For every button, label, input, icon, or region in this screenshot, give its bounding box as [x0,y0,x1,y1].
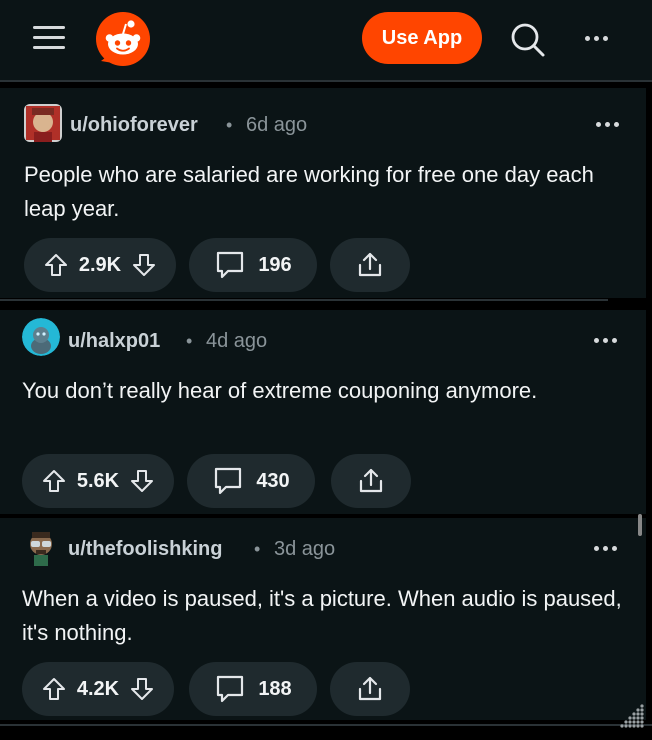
comment-bubble-icon [217,251,244,279]
divider [0,80,652,82]
scrollbar-thumb[interactable] [638,514,642,536]
downvote-icon[interactable] [131,252,157,278]
share-button[interactable] [330,662,410,716]
use-app-button[interactable]: Use App [362,12,482,64]
reddit-logo-icon[interactable] [95,11,151,67]
vote-control: 4.2K [22,662,174,716]
comment-card: u/thefoolishking • 3d ago When a video i… [0,518,646,720]
vote-count: 2.9K [78,253,122,276]
share-icon [359,468,383,493]
user-avatar[interactable] [24,104,62,142]
username[interactable]: u/halxp01 [68,330,160,353]
resize-grip-icon[interactable] [614,700,646,732]
share-icon [358,252,382,277]
user-avatar[interactable] [22,528,60,566]
comment-bubble-icon [217,675,244,703]
vote-count: 4.2K [76,677,120,700]
comment-card: u/halxp01 • 4d ago You don’t really hear… [0,310,646,514]
vote-control: 2.9K [24,238,176,292]
comments-button[interactable]: 196 [189,238,317,292]
comment-count: 430 [256,469,290,492]
upvote-icon[interactable] [43,252,69,278]
upvote-icon[interactable] [41,468,67,494]
separator-dot: • [186,331,193,351]
upvote-icon[interactable] [41,676,67,702]
divider [0,299,608,301]
post-age: 3d ago [274,538,336,560]
share-button[interactable] [331,454,411,508]
comment-bubble-icon [215,467,242,495]
comment-card: u/ohioforever • 6d ago People who are sa… [0,88,646,298]
separator-dot: • [254,539,261,559]
share-icon [358,676,382,701]
post-text: You don’t really hear of extreme couponi… [22,378,538,403]
share-button[interactable] [330,238,410,292]
comments-button[interactable]: 430 [187,454,315,508]
hamburger-menu-icon[interactable] [33,24,65,52]
post-age: 6d ago [246,114,308,136]
post-more-options-icon[interactable] [590,538,620,558]
user-avatar[interactable] [22,318,60,356]
downvote-icon[interactable] [129,676,155,702]
post-text: When a video is paused, it's a picture. … [22,586,622,645]
downvote-icon[interactable] [129,468,155,494]
more-options-icon[interactable] [578,24,614,52]
comment-count: 196 [258,253,292,276]
divider [0,724,652,726]
post-more-options-icon[interactable] [590,330,620,350]
post-more-options-icon[interactable] [592,114,622,134]
separator-dot: • [226,115,233,135]
vote-count: 5.6K [76,469,120,492]
comments-button[interactable]: 188 [189,662,317,716]
username[interactable]: u/thefoolishking [68,538,222,561]
top-navigation-bar: Use App [0,0,652,80]
username[interactable]: u/ohioforever [70,114,198,137]
comment-count: 188 [258,677,292,700]
search-icon[interactable] [508,20,548,60]
post-text: People who are salaried are working for … [24,162,594,221]
post-age: 4d ago [206,330,268,352]
vote-control: 5.6K [22,454,174,508]
